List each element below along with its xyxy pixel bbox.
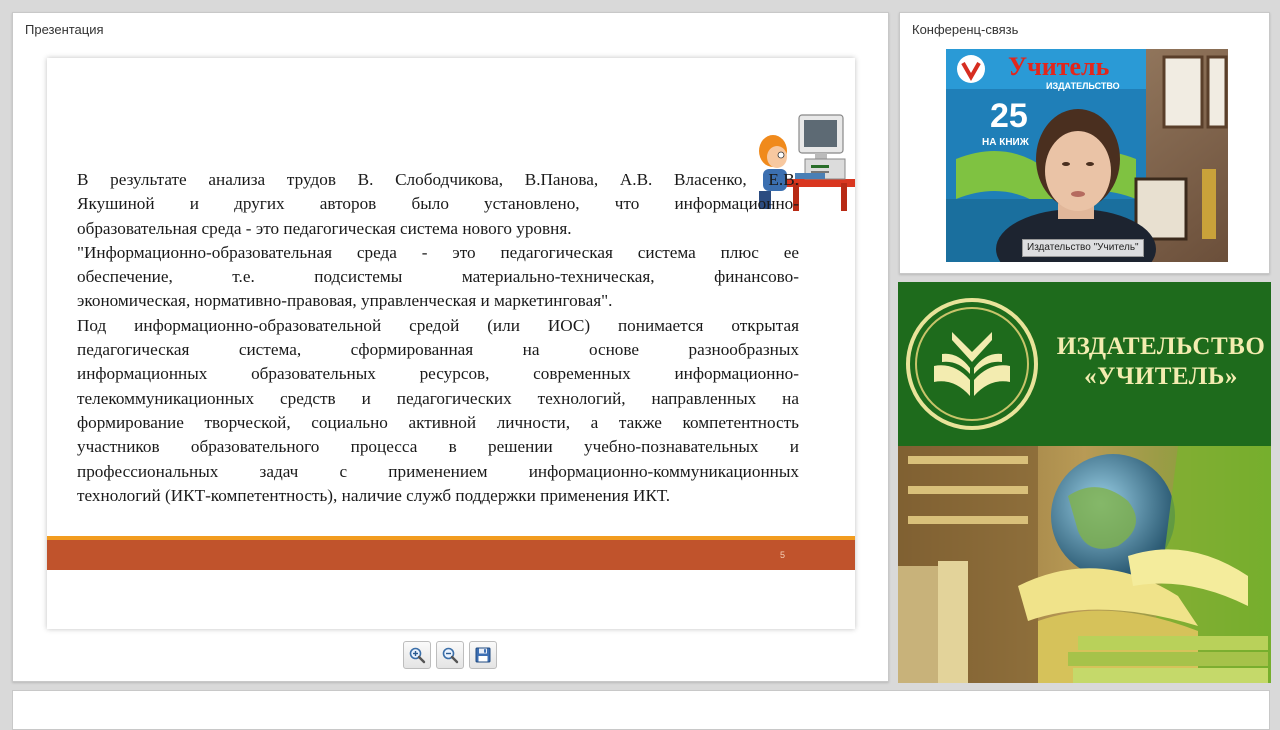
publisher-name: ИЗДАТЕЛЬСТВО «УЧИТЕЛЬ» [1056, 332, 1266, 392]
save-icon [475, 647, 491, 663]
video-participant-label: Издательство "Учитель" [1022, 239, 1144, 257]
slide-footer-bar: 5 [47, 536, 855, 570]
slide-line: экономическая, нормативно-правовая, упра… [77, 291, 613, 311]
publisher-name-line2: «УЧИТЕЛЬ» [1084, 363, 1238, 390]
conference-panel: Конференц-связь Учитель ИЗДАТЕЛЬСТВО 25 … [899, 12, 1270, 274]
slide-text: В результате анализа трудов В. Слободчик… [77, 168, 799, 508]
slide-line: Под информационно-образовательной средой… [77, 315, 799, 335]
slide-line: "Информационно-образовательная среда - э… [77, 242, 799, 262]
presentation-panel: Презентация В результате анализа трудов … [12, 12, 889, 682]
slide-line: информационных образовательных ресурсов,… [77, 364, 799, 384]
slide-line: участников образовательного процесса в р… [77, 437, 799, 457]
video-feed[interactable]: Учитель ИЗДАТЕЛЬСТВО 25 НА КНИЖ Издатель… [946, 49, 1228, 262]
slide-line: Якушиной и других авторов было установле… [77, 194, 799, 214]
slide-line: технологий (ИКТ-компетентность), наличие… [77, 485, 670, 505]
publisher-name-line1: ИЗДАТЕЛЬСТВО [1056, 333, 1266, 360]
slide-line: телекоммуникационных средств и педагогич… [77, 388, 799, 408]
slide: В результате анализа трудов В. Слободчик… [47, 58, 855, 629]
zoom-out-icon [442, 647, 459, 664]
presentation-title: Презентация [25, 22, 104, 37]
slide-line: обеспечение, т.е. подсистемы материально… [77, 267, 799, 287]
zoom-out-button[interactable] [436, 641, 464, 669]
slide-line: профессиональных задач с применением инф… [77, 461, 799, 481]
video-frame: Учитель ИЗДАТЕЛЬСТВО 25 НА КНИЖ [946, 49, 1228, 262]
books-illustration [898, 446, 1271, 683]
slide-line: образовательная среда - это педагогическ… [77, 218, 572, 238]
poster-number: 25 [990, 97, 1028, 135]
poster-brand: Учитель [1008, 52, 1110, 81]
poster-tagline: НА КНИЖ [982, 137, 1030, 148]
publisher-banner: ИЗДАТЕЛЬСТВО «УЧИТЕЛЬ» [898, 282, 1271, 446]
books-globe-image [898, 446, 1271, 683]
zoom-in-icon [409, 647, 426, 664]
poster-sub: ИЗДАТЕЛЬСТВО [1046, 81, 1120, 91]
save-button[interactable] [469, 641, 497, 669]
presentation-toolbar [403, 641, 497, 669]
slide-line: формирование творческой, социально актив… [77, 412, 799, 432]
slide-page-number: 5 [779, 550, 785, 560]
publisher-logo-icon [906, 298, 1038, 430]
slide-line: педагогическая система, сформированная н… [77, 340, 799, 360]
slide-line: В результате анализа трудов В. Слободчик… [77, 170, 799, 189]
bottom-panel [12, 690, 1270, 730]
conference-title: Конференц-связь [912, 22, 1019, 37]
zoom-in-button[interactable] [403, 641, 431, 669]
